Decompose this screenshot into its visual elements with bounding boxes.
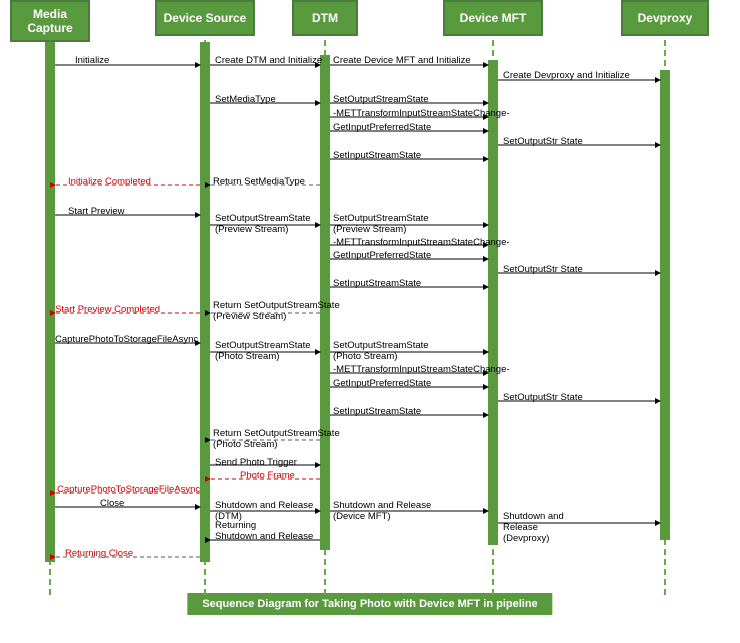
label-returning-shutdown: Returning — [215, 520, 256, 531]
label-photo-frame: Photo Frame — [240, 470, 295, 481]
label-setoutput-photo-ds2: (Photo Stream) — [215, 351, 279, 362]
label-setoutputstr3: SetOutputStr State — [503, 392, 583, 403]
label-shutdown-dev2: Release — [503, 522, 538, 533]
label-return-preview: Return SetOutputStreamState — [213, 300, 340, 311]
label-preview-completed: Start Preview Completed — [55, 304, 160, 315]
actor-dtm: DTM — [292, 0, 358, 36]
actor-devproxy: Devproxy — [621, 0, 709, 36]
label-return-setmedia: Return SetMediaType — [213, 176, 305, 187]
label-returning2: Shutdown and Release — [215, 531, 313, 542]
label-initialize: Initialize — [75, 55, 109, 66]
label-getinputpref1: GetInputPreferredState — [333, 122, 431, 133]
label-return-photo2: (Photo Stream) — [213, 439, 277, 450]
label-met3: -METTransformInputStreamStateChange- — [333, 364, 510, 375]
label-setoutput-photo-dtm: SetOutputStreamState — [333, 340, 429, 351]
label-create-mft: Create Device MFT and Initialize — [333, 55, 471, 66]
label-create-devproxy: Create Devproxy and Initialize — [503, 70, 630, 81]
label-setoutput-preview-ds: SetOutputStreamState — [215, 213, 311, 224]
label-return-photo: Return SetOutputStreamState — [213, 428, 340, 439]
label-setoutput-preview-dtm2: (Preview Stream) — [333, 224, 406, 235]
label-met2: -METTransformInputStreamStateChange- — [333, 237, 510, 248]
label-getinputpref3: GetInputPreferredState — [333, 378, 431, 389]
label-return-preview2: (Preview Stream) — [213, 311, 286, 322]
label-init-completed: Initialize Completed — [68, 176, 151, 187]
label-setinputstream2: SetInputStreamState — [333, 278, 421, 289]
label-shutdown-dev3: (Devproxy) — [503, 533, 549, 544]
label-setoutput-photo-dtm2: (Photo Stream) — [333, 351, 397, 362]
label-shutdown-dtm: Shutdown and Release — [215, 500, 313, 511]
label-returning-close: Returning Close — [65, 548, 133, 559]
label-setoutput-photo-ds: SetOutputStreamState — [215, 340, 311, 351]
label-setoutputstreamstate1: SetOutputStreamState — [333, 94, 429, 105]
label-close: Close — [100, 498, 124, 509]
label-setoutputstr1: SetOutputStr State — [503, 136, 583, 147]
label-setmediatype: SetMediaType — [215, 94, 276, 105]
actor-media-capture: Media Capture — [10, 0, 90, 42]
label-shutdown-mft: Shutdown and Release — [333, 500, 431, 511]
actor-device-source: Device Source — [155, 0, 255, 36]
label-capture-async-return: CapturePhotoToStorageFileAsync — [57, 484, 200, 495]
label-setoutputstr2: SetOutputStr State — [503, 264, 583, 275]
label-setoutput-preview-ds2: (Preview Stream) — [215, 224, 288, 235]
label-start-preview: Start Preview — [68, 206, 125, 217]
label-create-dtm: Create DTM and Initialize — [215, 55, 322, 66]
label-getinputpref2: GetInputPreferredState — [333, 250, 431, 261]
diagram-container: Media Capture Device Source DTM Device M… — [0, 0, 740, 620]
label-setinputstream3: SetInputStreamState — [333, 406, 421, 417]
actor-device-mft: Device MFT — [443, 0, 543, 36]
label-capture-photo: CapturePhotoToStorageFileAsync — [55, 334, 198, 345]
label-send-trigger: Send Photo Trigger — [215, 457, 297, 468]
label-shutdown-mft2: (Device MFT) — [333, 511, 391, 522]
label-setinputstream1: SetInputStreamState — [333, 150, 421, 161]
label-setoutput-preview-dtm: SetOutputStreamState — [333, 213, 429, 224]
label-met1: -METTransformInputStreamStateChange- — [333, 108, 510, 119]
label-shutdown-dev: Shutdown and — [503, 511, 564, 522]
